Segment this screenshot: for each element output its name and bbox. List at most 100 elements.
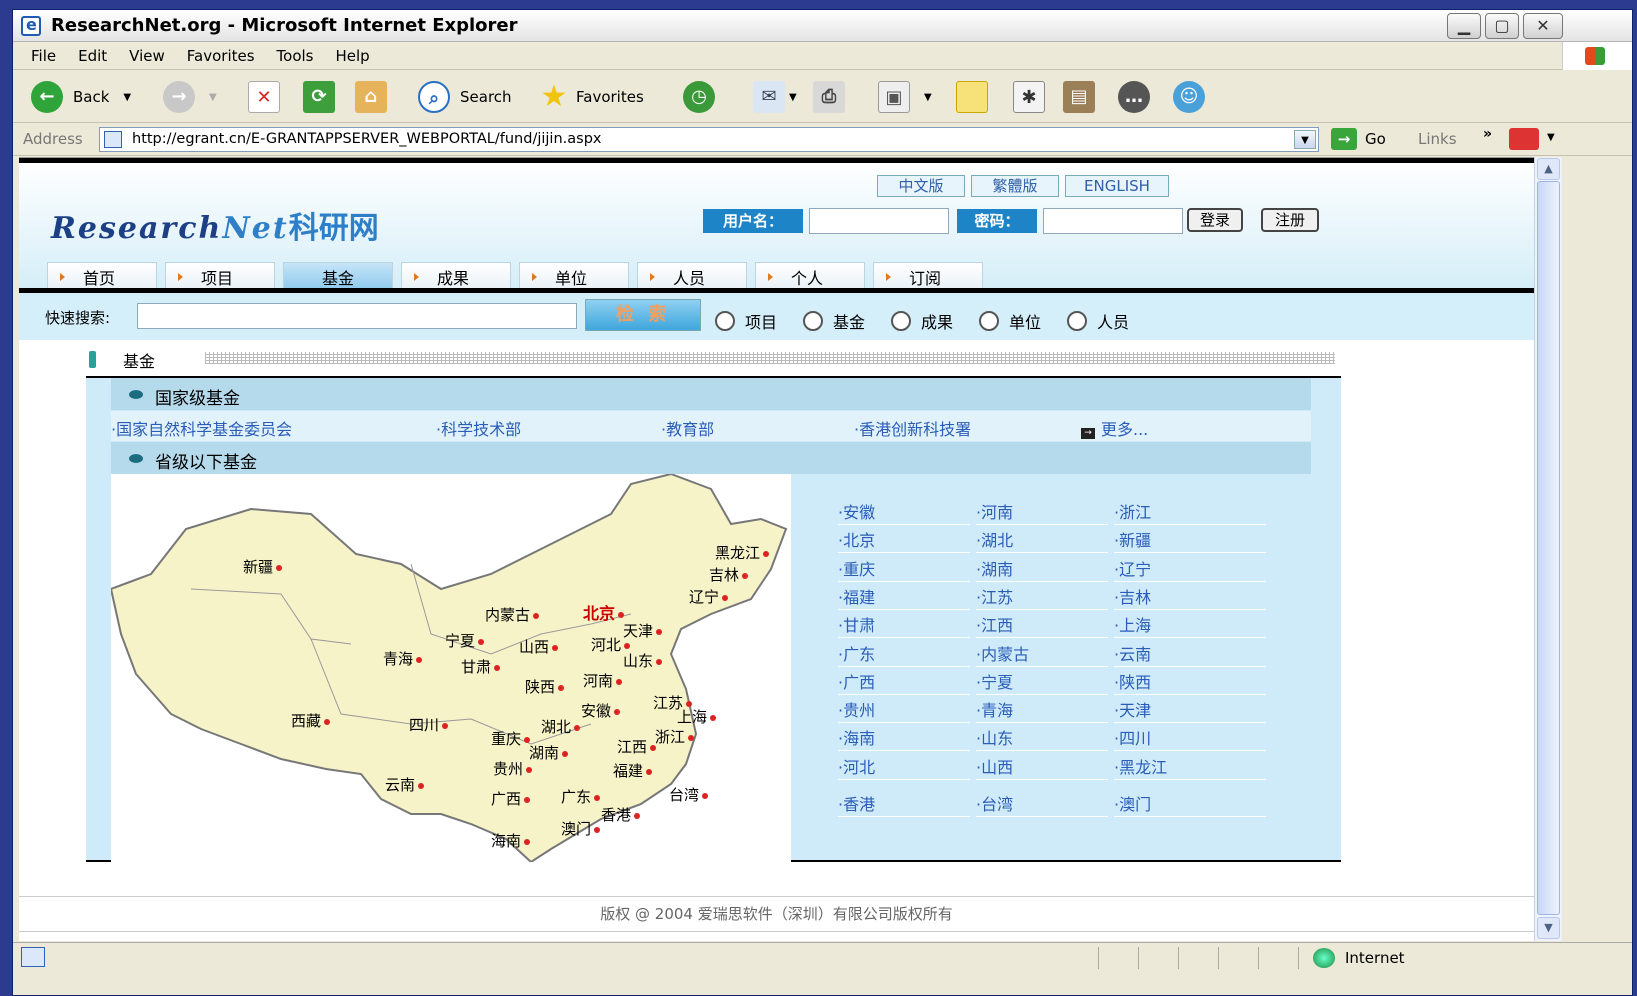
address-url[interactable]: http://egrant.cn/E-GRANTAPPSERVER_WEBPOR… xyxy=(132,131,601,147)
province-link[interactable]: ·四川 xyxy=(1114,725,1266,752)
lang-english-button[interactable]: ENGLISH xyxy=(1065,175,1169,197)
province-link[interactable]: ·上海 xyxy=(1114,612,1266,639)
links-button[interactable]: Links xyxy=(1418,130,1457,148)
back-button[interactable]: ← Back ▼ xyxy=(31,79,131,115)
radio-funds[interactable]: 基金 xyxy=(803,309,865,333)
radio-projects[interactable]: 项目 xyxy=(715,309,777,333)
map-ningxia[interactable]: 宁夏 xyxy=(445,630,485,651)
province-link[interactable]: ·海南 xyxy=(838,725,970,752)
province-link[interactable]: ·新疆 xyxy=(1114,527,1266,554)
media-button[interactable]: ▤ xyxy=(1063,79,1095,115)
nav-institutions[interactable]: 单位 xyxy=(519,262,629,291)
map-macau[interactable]: 澳门 xyxy=(561,818,601,839)
site-logo[interactable]: ResearchNet科研网 xyxy=(51,203,379,247)
address-input[interactable]: http://egrant.cn/E-GRANTAPPSERVER_WEBPOR… xyxy=(99,127,1319,152)
link-nsfc[interactable]: ·国家自然科学基金委员会 xyxy=(111,416,292,440)
username-input[interactable] xyxy=(809,208,949,234)
contacts-button[interactable]: ☺ xyxy=(1173,79,1205,115)
province-link[interactable]: ·福建 xyxy=(838,584,970,610)
menu-view[interactable]: View xyxy=(129,42,165,70)
menu-help[interactable]: Help xyxy=(336,42,370,70)
map-beijing[interactable]: 北京 xyxy=(583,600,625,624)
nav-funds[interactable]: 基金 xyxy=(283,262,393,291)
favorites-button[interactable]: ★ Favorites xyxy=(538,79,644,115)
map-sichuan[interactable]: 四川 xyxy=(409,714,449,735)
province-link[interactable]: ·安徽 xyxy=(838,499,970,525)
map-shanghai[interactable]: 上海 xyxy=(677,706,717,727)
map-guizhou[interactable]: 贵州 xyxy=(493,758,533,779)
map-shaanxi[interactable]: 陕西 xyxy=(525,676,565,697)
nav-subscribe[interactable]: 订阅 xyxy=(873,262,983,291)
nav-projects[interactable]: 项目 xyxy=(165,262,275,291)
province-link[interactable]: ·陕西 xyxy=(1114,669,1266,695)
map-gansu[interactable]: 甘肃 xyxy=(461,656,501,677)
research-button[interactable]: ✱ xyxy=(1013,79,1045,115)
province-link[interactable]: ·山西 xyxy=(976,754,1108,780)
region-link[interactable]: ·香港 xyxy=(838,791,970,817)
province-link[interactable]: ·湖南 xyxy=(976,556,1108,582)
map-chongqing[interactable]: 重庆 xyxy=(491,728,531,749)
mail-button[interactable]: ✉ ▼ xyxy=(753,79,797,115)
map-hainan[interactable]: 海南 xyxy=(491,830,531,851)
province-link[interactable]: ·贵州 xyxy=(838,697,970,724)
print-button[interactable]: ⎙ xyxy=(813,79,845,115)
map-jiangxi[interactable]: 江西 xyxy=(617,736,657,757)
history-button[interactable]: ◷ xyxy=(683,79,715,115)
menu-file[interactable]: File xyxy=(31,42,56,70)
search-submit-button[interactable]: 检 索 xyxy=(585,299,701,331)
province-link[interactable]: ·吉林 xyxy=(1114,584,1266,610)
link-moe[interactable]: ·教育部 xyxy=(661,416,714,440)
province-link[interactable]: ·广东 xyxy=(838,641,970,667)
map-zhejiang[interactable]: 浙江 xyxy=(655,726,695,747)
province-link[interactable]: ·山东 xyxy=(976,725,1108,752)
radio-institutions[interactable]: 单位 xyxy=(979,309,1041,333)
map-hunan[interactable]: 湖南 xyxy=(529,742,569,763)
nav-home[interactable]: 首页 xyxy=(47,262,157,291)
province-link[interactable]: ·江苏 xyxy=(976,584,1108,610)
map-neimenggu[interactable]: 内蒙古 xyxy=(485,604,540,625)
edit-button[interactable]: ▣ ▼ xyxy=(878,79,932,115)
maximize-button[interactable]: ▢ xyxy=(1485,13,1519,39)
province-link[interactable]: ·江西 xyxy=(976,612,1108,639)
map-hubei[interactable]: 湖北 xyxy=(541,716,581,737)
map-yunnan[interactable]: 云南 xyxy=(385,774,425,795)
province-link[interactable]: ·青海 xyxy=(976,697,1108,724)
close-button[interactable]: ✕ xyxy=(1523,13,1563,39)
vertical-scrollbar[interactable]: ▲ ▼ xyxy=(1534,157,1562,941)
province-link[interactable]: ·河北 xyxy=(838,754,970,780)
province-link[interactable]: ·辽宁 xyxy=(1114,556,1266,582)
china-map[interactable]: 新疆 黑龙江 吉林 辽宁 北京 内蒙古 天津 宁夏 山西 河北 青海 甘肃 山东… xyxy=(109,472,791,864)
map-shanxi[interactable]: 山西 xyxy=(519,636,559,657)
map-xinjiang[interactable]: 新疆 xyxy=(243,556,283,577)
go-button[interactable]: → Go xyxy=(1331,128,1386,150)
province-link[interactable]: ·内蒙古 xyxy=(976,641,1108,667)
menu-tools[interactable]: Tools xyxy=(277,42,314,70)
nav-people[interactable]: 人员 xyxy=(637,262,747,291)
lang-traditional-button[interactable]: 繁體版 xyxy=(971,175,1059,197)
forward-button[interactable]: → ▼ xyxy=(163,79,217,115)
scroll-up-button[interactable]: ▲ xyxy=(1537,158,1560,180)
password-input[interactable] xyxy=(1043,208,1183,234)
login-button[interactable]: 登录 xyxy=(1187,208,1243,232)
menu-favorites[interactable]: Favorites xyxy=(187,42,255,70)
province-link[interactable]: ·黑龙江 xyxy=(1114,754,1266,780)
home-button[interactable]: ⌂ xyxy=(355,79,387,115)
radio-results[interactable]: 成果 xyxy=(891,309,953,333)
lang-simplified-button[interactable]: 中文版 xyxy=(877,175,965,197)
register-button[interactable]: 注册 xyxy=(1261,208,1319,232)
map-xizang[interactable]: 西藏 xyxy=(291,710,331,731)
discuss-button[interactable] xyxy=(956,79,988,115)
map-shandong[interactable]: 山东 xyxy=(623,650,663,671)
scroll-thumb[interactable] xyxy=(1537,181,1560,915)
map-liaoning[interactable]: 辽宁 xyxy=(689,586,729,607)
province-link[interactable]: ·宁夏 xyxy=(976,669,1108,695)
province-link[interactable]: ·广西 xyxy=(838,669,970,695)
map-guangdong[interactable]: 广东 xyxy=(561,786,601,807)
province-link[interactable]: ·北京 xyxy=(838,527,970,554)
link-most[interactable]: ·科学技术部 xyxy=(436,416,521,440)
link-hk-itc[interactable]: ·香港创新科技署 xyxy=(854,416,971,440)
menu-edit[interactable]: Edit xyxy=(78,42,107,70)
province-link[interactable]: ·甘肃 xyxy=(838,612,970,639)
province-link[interactable]: ·云南 xyxy=(1114,641,1266,667)
province-link[interactable]: ·湖北 xyxy=(976,527,1108,554)
